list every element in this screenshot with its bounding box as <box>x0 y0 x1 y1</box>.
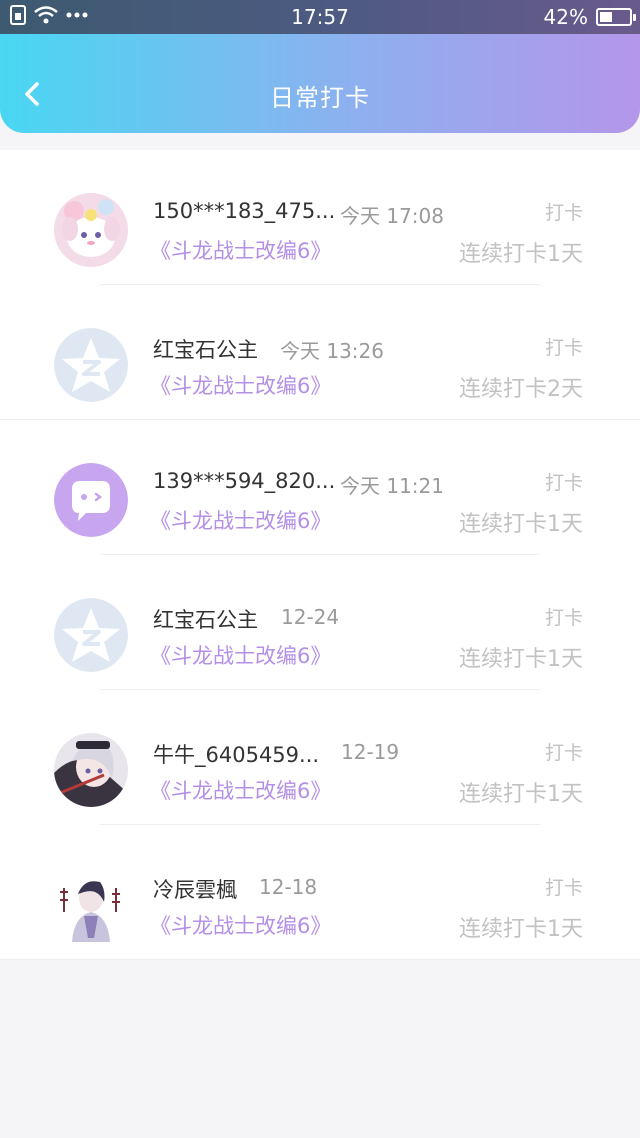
list-item[interactable]: 139***594_820... 今天 11:21 《斗龙战士改编6》 打卡 连… <box>0 420 640 555</box>
checkin-time: 今天 13:26 <box>280 339 384 363</box>
user-name: 139***594_820... <box>153 469 336 493</box>
divider <box>0 959 640 960</box>
checkin-label: 打卡 <box>544 337 583 359</box>
app-header: 17:57 42% 日常打卡 <box>0 0 640 133</box>
user-name: 150***183_475... <box>153 199 336 223</box>
avatar[interactable] <box>54 598 128 672</box>
streak-text: 连续打卡1天 <box>459 242 583 267</box>
default-star-avatar-icon <box>54 598 128 672</box>
status-icons-right: 42% <box>543 5 636 29</box>
book-title-link[interactable]: 《斗龙战士改编6》 <box>150 640 331 670</box>
avatar[interactable] <box>54 868 128 942</box>
checkin-label: 打卡 <box>544 202 583 224</box>
checkin-label: 打卡 <box>544 472 583 494</box>
streak-text: 连续打卡1天 <box>459 647 583 672</box>
user-name: 红宝石公主 <box>153 608 258 632</box>
list-item[interactable]: 牛牛_6405459... 12-19 《斗龙战士改编6》 打卡 连续打卡1天 <box>0 690 640 825</box>
list-item[interactable]: 红宝石公主 12-24 《斗龙战士改编6》 打卡 连续打卡1天 <box>0 555 640 690</box>
anime-plush-avatar-icon <box>54 193 128 267</box>
anime-character-avatar-icon <box>54 868 128 942</box>
battery-percent: 42% <box>543 5 588 29</box>
chat-bubble-avatar-icon <box>54 463 128 537</box>
anime-girl-avatar-icon <box>54 733 128 807</box>
checkin-time: 今天 17:08 <box>340 204 444 228</box>
checkin-time: 12-19 <box>341 740 400 764</box>
page-title: 日常打卡 <box>270 84 370 112</box>
checkin-list: 150***183_475... 今天 17:08 《斗龙战士改编6》 打卡 连… <box>0 150 640 960</box>
streak-text: 连续打卡1天 <box>459 782 583 807</box>
checkin-time: 12-24 <box>281 605 340 629</box>
battery-icon <box>596 8 636 26</box>
battery-level <box>600 12 612 22</box>
avatar[interactable] <box>54 733 128 807</box>
streak-text: 连续打卡1天 <box>459 512 583 537</box>
list-item[interactable]: 冷辰雲楓 12-18 《斗龙战士改编6》 打卡 连续打卡1天 <box>0 825 640 960</box>
user-name: 红宝石公主 <box>153 338 258 362</box>
checkin-time: 今天 11:21 <box>340 474 444 498</box>
book-title-link[interactable]: 《斗龙战士改编6》 <box>150 775 331 805</box>
avatar[interactable] <box>54 328 128 402</box>
avatar[interactable] <box>54 463 128 537</box>
user-name: 牛牛_6405459... <box>153 743 320 767</box>
checkin-label: 打卡 <box>544 877 583 899</box>
list-item[interactable]: 150***183_475... 今天 17:08 《斗龙战士改编6》 打卡 连… <box>0 150 640 285</box>
streak-text: 连续打卡2天 <box>459 377 583 402</box>
book-title-link[interactable]: 《斗龙战士改编6》 <box>150 505 331 535</box>
checkin-time: 12-18 <box>259 875 318 899</box>
book-title-link[interactable]: 《斗龙战士改编6》 <box>150 370 331 400</box>
avatar[interactable] <box>54 193 128 267</box>
list-item[interactable]: 红宝石公主 今天 13:26 《斗龙战士改编6》 打卡 连续打卡2天 <box>0 285 640 420</box>
book-title-link[interactable]: 《斗龙战士改编6》 <box>150 910 331 940</box>
streak-text: 连续打卡1天 <box>459 917 583 942</box>
default-star-avatar-icon <box>54 328 128 402</box>
checkin-label: 打卡 <box>544 607 583 629</box>
status-bar: 17:57 42% <box>0 0 640 34</box>
user-name: 冷辰雲楓 <box>153 878 237 902</box>
book-title-link[interactable]: 《斗龙战士改编6》 <box>150 235 331 265</box>
checkin-label: 打卡 <box>544 742 583 764</box>
